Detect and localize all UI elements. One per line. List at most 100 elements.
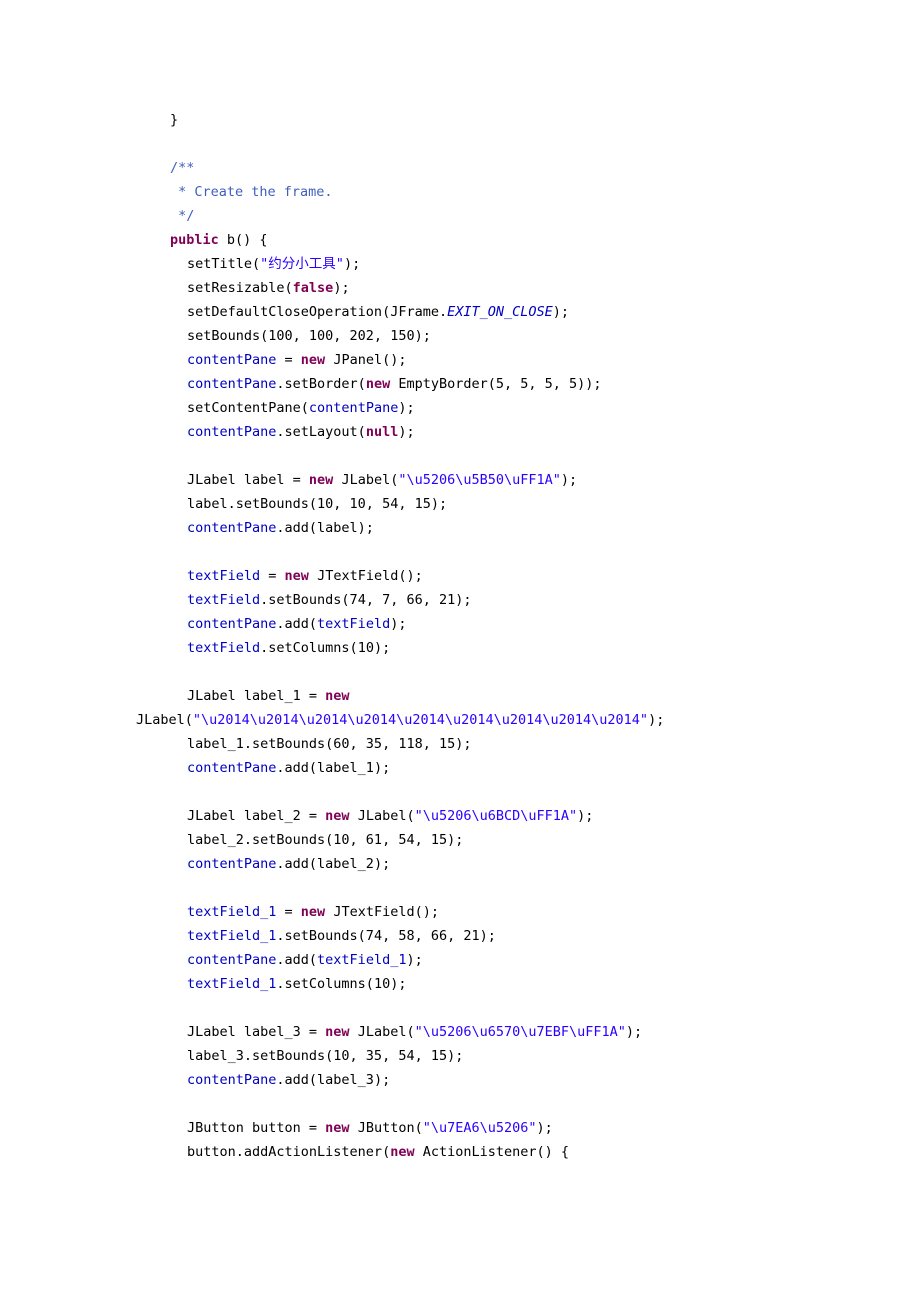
code-token-plain: ); xyxy=(560,472,578,488)
code-token-plain: b() { xyxy=(218,232,268,248)
code-line: * Create the frame. xyxy=(136,180,896,204)
code-line: button.addActionListener(new ActionListe… xyxy=(136,1140,896,1164)
code-token-plain: setBounds(100, 100, 202, 150); xyxy=(187,328,431,344)
code-token-plain: JLabel( xyxy=(136,712,193,728)
code-line: JLabel("\u2014\u2014\u2014\u2014\u2014\u… xyxy=(136,708,896,732)
code-token-string: "\u5206\u5B50\uFF1A" xyxy=(398,472,561,488)
code-token-field: contentPane xyxy=(308,400,399,416)
code-token-comment: /** xyxy=(170,160,195,176)
code-line: textField_1 = new JTextField(); xyxy=(136,900,896,924)
code-token-plain: .setBorder( xyxy=(276,376,366,392)
code-line: label_2.setBounds(10, 61, 54, 15); xyxy=(136,828,896,852)
code-token-field: contentPane xyxy=(187,352,277,368)
code-token-string: "\u5206\u6BCD\uFF1A" xyxy=(414,808,578,824)
code-token-static: EXIT_ON_CLOSE xyxy=(447,304,553,320)
code-token-plain: JLabel label = xyxy=(187,472,309,488)
code-token-plain: JLabel( xyxy=(349,808,415,824)
code-token-plain: ); xyxy=(390,616,407,632)
code-token-plain: ); xyxy=(398,400,415,416)
code-token-string: 约分小工具 xyxy=(268,256,336,272)
code-token-plain: setDefaultCloseOperation(JFrame. xyxy=(187,304,448,320)
code-token-plain: EmptyBorder(5, 5, 5, 5)); xyxy=(390,376,602,392)
code-token-plain: label.setBounds(10, 10, 54, 15); xyxy=(187,496,448,512)
code-token-plain: JPanel(); xyxy=(325,352,407,368)
code-token-plain: JTextField(); xyxy=(325,904,439,920)
code-token-comment: * Create the frame. xyxy=(170,184,333,200)
code-token-plain: .add(label_2); xyxy=(276,856,391,872)
code-token-plain: .add( xyxy=(276,616,318,632)
code-token-plain: .setBounds(74, 7, 66, 21); xyxy=(260,592,472,608)
code-token-plain: label_2.setBounds(10, 61, 54, 15); xyxy=(187,832,464,848)
code-token-plain: setContentPane( xyxy=(187,400,309,416)
code-token-plain: .setLayout( xyxy=(276,424,366,440)
code-line: textField_1.setColumns(10); xyxy=(136,972,896,996)
code-token-plain: = xyxy=(276,352,301,368)
code-line: contentPane.setLayout(null); xyxy=(136,420,896,444)
code-token-plain: ); xyxy=(333,280,350,296)
code-token-keyword: new xyxy=(325,808,350,824)
code-token-keyword: new xyxy=(300,904,326,920)
code-line: setContentPane(contentPane); xyxy=(136,396,896,420)
code-token-field: contentPane xyxy=(187,520,277,536)
code-line: contentPane.add(label_3); xyxy=(136,1068,896,1092)
code-token-comment: */ xyxy=(170,208,195,224)
code-line: contentPane.add(label_2); xyxy=(136,852,896,876)
code-line: label_1.setBounds(60, 35, 118, 15); xyxy=(136,732,896,756)
code-token-field: textField xyxy=(187,640,261,656)
code-token-field: textField xyxy=(187,592,261,608)
code-token-plain: } xyxy=(170,112,179,128)
code-token-plain: ); xyxy=(625,1024,643,1040)
code-token-field: contentPane xyxy=(187,856,277,872)
code-token-keyword: new xyxy=(390,1144,415,1160)
code-token-plain: JLabel( xyxy=(349,1024,415,1040)
code-token-string: "\u7EA6\u5206" xyxy=(422,1120,537,1136)
code-line: public b() { xyxy=(136,228,896,252)
code-token-plain: JButton button = xyxy=(187,1120,326,1136)
code-token-keyword: new xyxy=(300,352,326,368)
code-token-keyword: false xyxy=(292,280,334,296)
code-line: setTitle("约分小工具"); xyxy=(136,252,896,276)
code-token-plain: ); xyxy=(552,304,570,320)
code-token-keyword: null xyxy=(365,424,399,440)
code-token-plain: JLabel label_2 = xyxy=(187,808,326,824)
code-token-plain: setResizable( xyxy=(187,280,293,296)
code-line: contentPane.setBorder(new EmptyBorder(5,… xyxy=(136,372,896,396)
code-token-keyword: new xyxy=(284,568,309,584)
code-token-plain: .setBounds(74, 58, 66, 21); xyxy=(276,928,496,944)
code-line: label.setBounds(10, 10, 54, 15); xyxy=(136,492,896,516)
code-line: contentPane.add(label_1); xyxy=(136,756,896,780)
code-token-keyword: new xyxy=(365,376,391,392)
code-token-plain: ); xyxy=(343,256,361,272)
code-token-plain: = xyxy=(260,568,285,584)
code-token-plain: JButton( xyxy=(349,1120,423,1136)
code-line: JLabel label = new JLabel("\u5206\u5B50\… xyxy=(136,468,896,492)
code-token-plain: .add(label); xyxy=(276,520,374,536)
code-token-string: "\u2014\u2014\u2014\u2014\u2014\u2014\u2… xyxy=(192,712,649,728)
code-token-plain: ); xyxy=(398,424,415,440)
code-token-plain: button.addActionListener( xyxy=(187,1144,391,1160)
code-token-plain: .setColumns(10); xyxy=(276,976,407,992)
code-token-plain: .setColumns(10); xyxy=(260,640,391,656)
code-token-plain: .add( xyxy=(276,952,318,968)
code-token-field: contentPane xyxy=(187,616,277,632)
code-token-plain: .add(label_3); xyxy=(276,1072,391,1088)
code-token-field: textField_1 xyxy=(187,904,277,920)
code-token-field: textField_1 xyxy=(317,952,407,968)
code-token-string: " xyxy=(335,256,344,272)
code-line: contentPane.add(textField_1); xyxy=(136,948,896,972)
code-token-field: contentPane xyxy=(187,376,277,392)
code-line: JButton button = new JButton("\u7EA6\u52… xyxy=(136,1116,896,1140)
code-token-field: contentPane xyxy=(187,424,277,440)
code-line: textField = new JTextField(); xyxy=(136,564,896,588)
code-line: contentPane.add(label); xyxy=(136,516,896,540)
code-token-plain: label_1.setBounds(60, 35, 118, 15); xyxy=(187,736,472,752)
code-line: } xyxy=(136,108,896,132)
code-line: textField.setBounds(74, 7, 66, 21); xyxy=(136,588,896,612)
code-token-plain: JLabel( xyxy=(333,472,399,488)
code-token-plain: label_3.setBounds(10, 35, 54, 15); xyxy=(187,1048,464,1064)
code-token-string: "\u5206\u6570\u7EBF\uFF1A" xyxy=(414,1024,626,1040)
